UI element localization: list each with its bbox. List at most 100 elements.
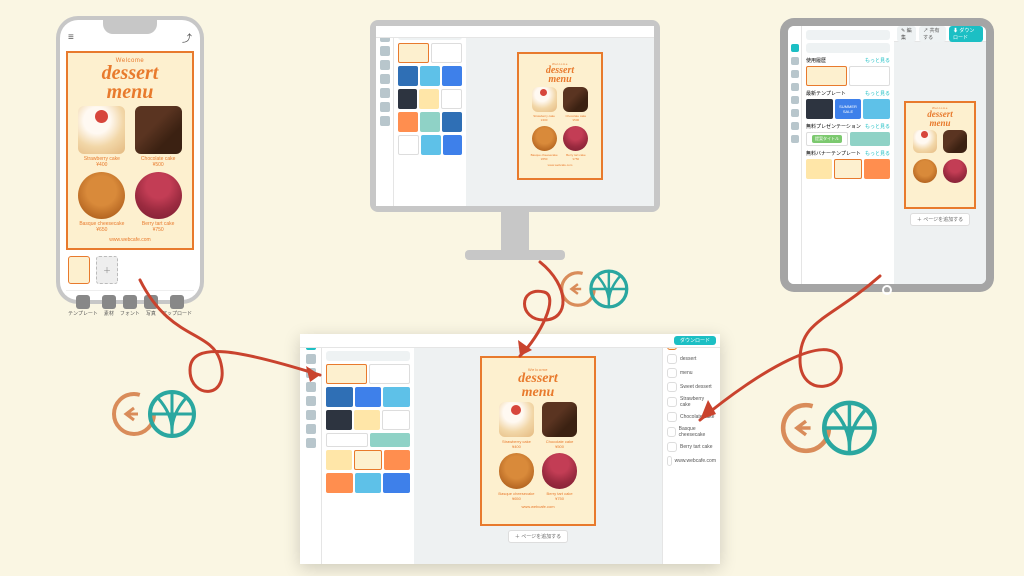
template-thumb[interactable]: [326, 364, 367, 384]
rail-icon[interactable]: [380, 60, 390, 70]
template-thumb[interactable]: [443, 135, 462, 155]
template-thumb[interactable]: [442, 66, 462, 86]
menu-flyer[interactable]: Welcome dessert menu Strawberry cake¥400…: [66, 51, 194, 250]
rail-icon[interactable]: [306, 354, 316, 364]
template-thumb[interactable]: [806, 66, 847, 86]
export-icon[interactable]: ⤴: [182, 30, 192, 45]
tt[interactable]: [326, 410, 352, 430]
rail-icon[interactable]: [791, 135, 799, 143]
template-thumb[interactable]: [864, 159, 890, 179]
logo-icon[interactable]: [791, 44, 799, 52]
rail-icon[interactable]: [380, 116, 390, 126]
template-thumb[interactable]: [806, 99, 833, 119]
layer-row[interactable]: Sweet dessert: [667, 380, 716, 394]
more-link[interactable]: もっと見る: [865, 150, 890, 157]
layer-row[interactable]: dessert: [667, 352, 716, 366]
menu-icon[interactable]: ≡: [68, 32, 74, 43]
tt[interactable]: [383, 473, 410, 493]
page-thumb-1[interactable]: [68, 256, 90, 284]
rail-icon[interactable]: [791, 122, 799, 130]
tool-templates[interactable]: テンプレート: [68, 295, 98, 317]
layer-thumb: [667, 382, 677, 392]
share-button[interactable]: ↗ 共有する: [919, 26, 946, 42]
download-button[interactable]: ⬇ ダウンロード: [949, 26, 983, 42]
rail-icon[interactable]: [306, 396, 316, 406]
menu-flyer[interactable]: Welcome dessertmenu: [904, 101, 976, 209]
layer-row[interactable]: menu: [667, 366, 716, 380]
tool-upload[interactable]: アップロード: [162, 295, 192, 317]
rail-icon[interactable]: [306, 368, 316, 378]
rail-icon[interactable]: [791, 109, 799, 117]
template-thumb[interactable]: [441, 89, 462, 109]
tt[interactable]: [383, 387, 410, 407]
rail-icon[interactable]: [306, 424, 316, 434]
tt[interactable]: [355, 387, 382, 407]
more-link[interactable]: もっと見る: [865, 57, 890, 64]
download-button[interactable]: ダウンロード: [674, 336, 716, 345]
more-link[interactable]: もっと見る: [865, 123, 890, 130]
add-page-button[interactable]: ＋ ページを追加する: [910, 213, 970, 226]
rail-icon[interactable]: [306, 438, 316, 448]
menu-flyer[interactable]: Welcome dessertmenu Strawberry cake¥400 …: [480, 356, 596, 526]
editor-canvas[interactable]: Welcome dessertmenu Strawberry cake¥400 …: [466, 26, 654, 206]
rail-icon[interactable]: [306, 382, 316, 392]
template-thumb[interactable]: [369, 364, 410, 384]
rail-icon[interactable]: [791, 57, 799, 65]
template-thumb[interactable]: [419, 89, 438, 109]
rail-icon[interactable]: [380, 102, 390, 112]
slide-thumb[interactable]: [850, 132, 890, 146]
tt[interactable]: [326, 433, 368, 447]
tool-font[interactable]: フォント: [120, 295, 140, 317]
tt[interactable]: [354, 450, 382, 470]
tool-photo[interactable]: 写真: [144, 295, 158, 317]
more-link[interactable]: もっと見る: [865, 90, 890, 97]
rail-icon[interactable]: [791, 70, 799, 78]
rail-icon[interactable]: [306, 410, 316, 420]
rail-icon[interactable]: [380, 88, 390, 98]
template-thumb[interactable]: [849, 66, 890, 86]
editor-canvas[interactable]: Welcome dessertmenu ＋ ページを追加する: [894, 42, 986, 284]
menu-flyer[interactable]: Welcome dessertmenu Strawberry cake¥400 …: [517, 52, 603, 180]
template-thumb[interactable]: [834, 159, 862, 179]
keyword-search[interactable]: [806, 43, 890, 53]
layer-row[interactable]: Chocolate cake: [667, 410, 716, 424]
template-thumb[interactable]: [398, 135, 419, 155]
tt[interactable]: [326, 473, 353, 493]
keyword-input[interactable]: [326, 351, 410, 361]
template-thumb[interactable]: SUMMER SALE: [835, 99, 862, 119]
template-thumb[interactable]: [398, 43, 429, 63]
template-thumb[interactable]: [863, 99, 890, 119]
template-thumb[interactable]: [431, 43, 462, 63]
template-thumb[interactable]: [398, 89, 417, 109]
template-thumb[interactable]: [398, 112, 418, 132]
tt[interactable]: [354, 410, 380, 430]
layer-row[interactable]: Berry tart cake: [667, 440, 716, 454]
tt[interactable]: [382, 410, 410, 430]
template-thumb[interactable]: [420, 112, 440, 132]
slide-thumb[interactable]: 提案タイトル: [806, 132, 848, 146]
rail-icon[interactable]: [791, 96, 799, 104]
template-thumb[interactable]: [421, 135, 440, 155]
template-thumb[interactable]: [420, 66, 440, 86]
tt[interactable]: [384, 450, 410, 470]
tt[interactable]: [326, 387, 353, 407]
home-button[interactable]: [882, 285, 892, 295]
add-page-button[interactable]: ＋ ページを追加する: [508, 530, 568, 543]
layer-row[interactable]: Strawberry cake: [667, 394, 716, 410]
template-thumb[interactable]: [442, 112, 462, 132]
rail-icon[interactable]: [380, 74, 390, 84]
rail-icon[interactable]: [791, 83, 799, 91]
tool-elements[interactable]: 素材: [102, 295, 116, 317]
layer-row[interactable]: Basque cheesecake: [667, 424, 716, 440]
rail-icon[interactable]: [380, 46, 390, 56]
layer-row[interactable]: www.webcafe.com: [667, 454, 716, 468]
template-thumb[interactable]: [398, 66, 418, 86]
tt[interactable]: [355, 473, 382, 493]
template-thumb[interactable]: [806, 159, 832, 179]
tt[interactable]: [326, 450, 352, 470]
editor-canvas[interactable]: Welcome dessertmenu Strawberry cake¥400 …: [414, 334, 662, 564]
edit-button[interactable]: ✎ 編集: [897, 26, 916, 42]
tt[interactable]: [370, 433, 410, 447]
add-page-button[interactable]: ＋: [96, 256, 118, 284]
template-search[interactable]: [806, 30, 890, 40]
